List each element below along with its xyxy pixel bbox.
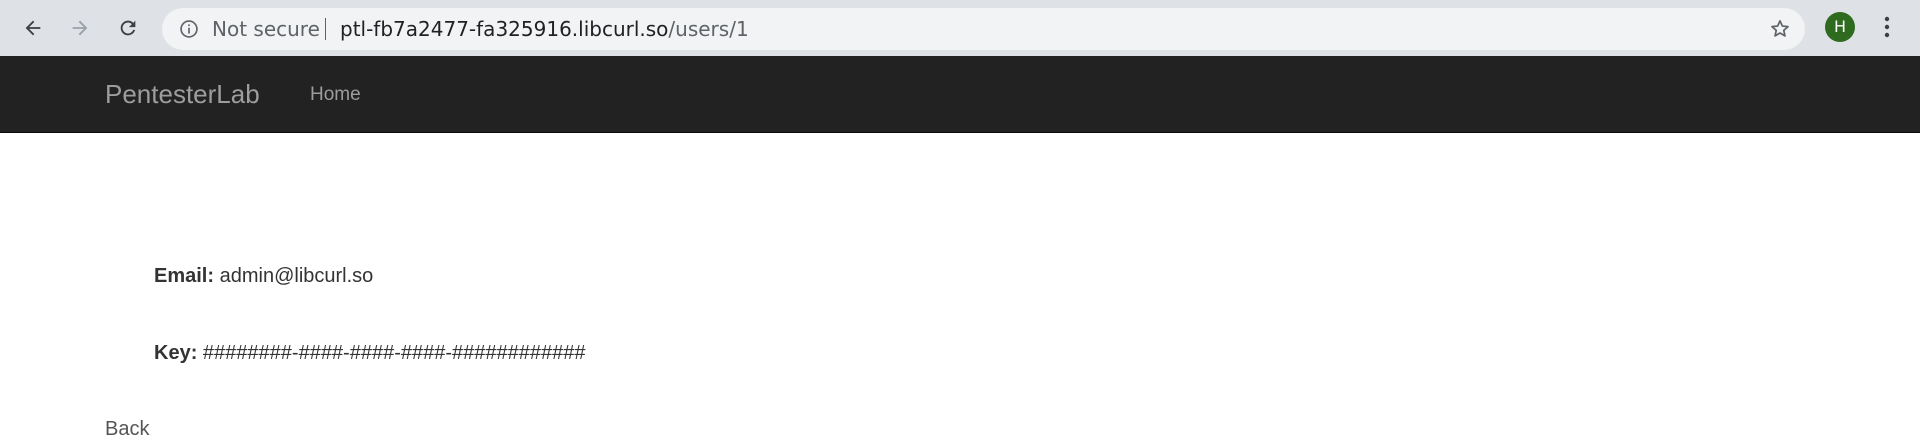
info-icon[interactable] bbox=[178, 18, 200, 40]
reload-icon[interactable] bbox=[111, 11, 145, 45]
key-value: ########-####-####-####-############ bbox=[202, 342, 586, 364]
back-link[interactable]: Back bbox=[105, 417, 149, 441]
kebab-menu-icon[interactable] bbox=[1872, 12, 1902, 42]
back-arrow-icon[interactable] bbox=[16, 11, 50, 45]
nav-link-home[interactable]: Home bbox=[310, 84, 361, 106]
forward-arrow-icon[interactable] bbox=[63, 11, 97, 45]
key-label: Key: bbox=[154, 342, 198, 364]
address-divider bbox=[325, 18, 326, 40]
email-label: Email: bbox=[154, 265, 215, 287]
address-bar[interactable]: Not secure ptl-fb7a2477-fa325916.libcurl… bbox=[162, 8, 1805, 50]
email-value: admin@libcurl.so bbox=[219, 265, 374, 287]
url-host: ptl-fb7a2477-fa325916.libcurl.so bbox=[340, 17, 669, 41]
browser-toolbar: Not secure ptl-fb7a2477-fa325916.libcurl… bbox=[0, 0, 1920, 56]
profile-avatar[interactable]: H bbox=[1825, 12, 1855, 42]
brand-link[interactable]: PentesterLab bbox=[105, 80, 260, 108]
bookmark-star-icon[interactable] bbox=[1767, 16, 1793, 42]
url-path: /users/1 bbox=[668, 17, 749, 41]
security-label[interactable]: Not secure bbox=[212, 18, 320, 40]
key-row: Key: ########-####-####-####-###########… bbox=[154, 341, 586, 365]
url-text[interactable]: ptl-fb7a2477-fa325916.libcurl.so/users/1 bbox=[340, 18, 749, 40]
site-navbar: PentesterLab Home bbox=[0, 56, 1920, 133]
email-row: Email: admin@libcurl.so bbox=[154, 264, 373, 288]
